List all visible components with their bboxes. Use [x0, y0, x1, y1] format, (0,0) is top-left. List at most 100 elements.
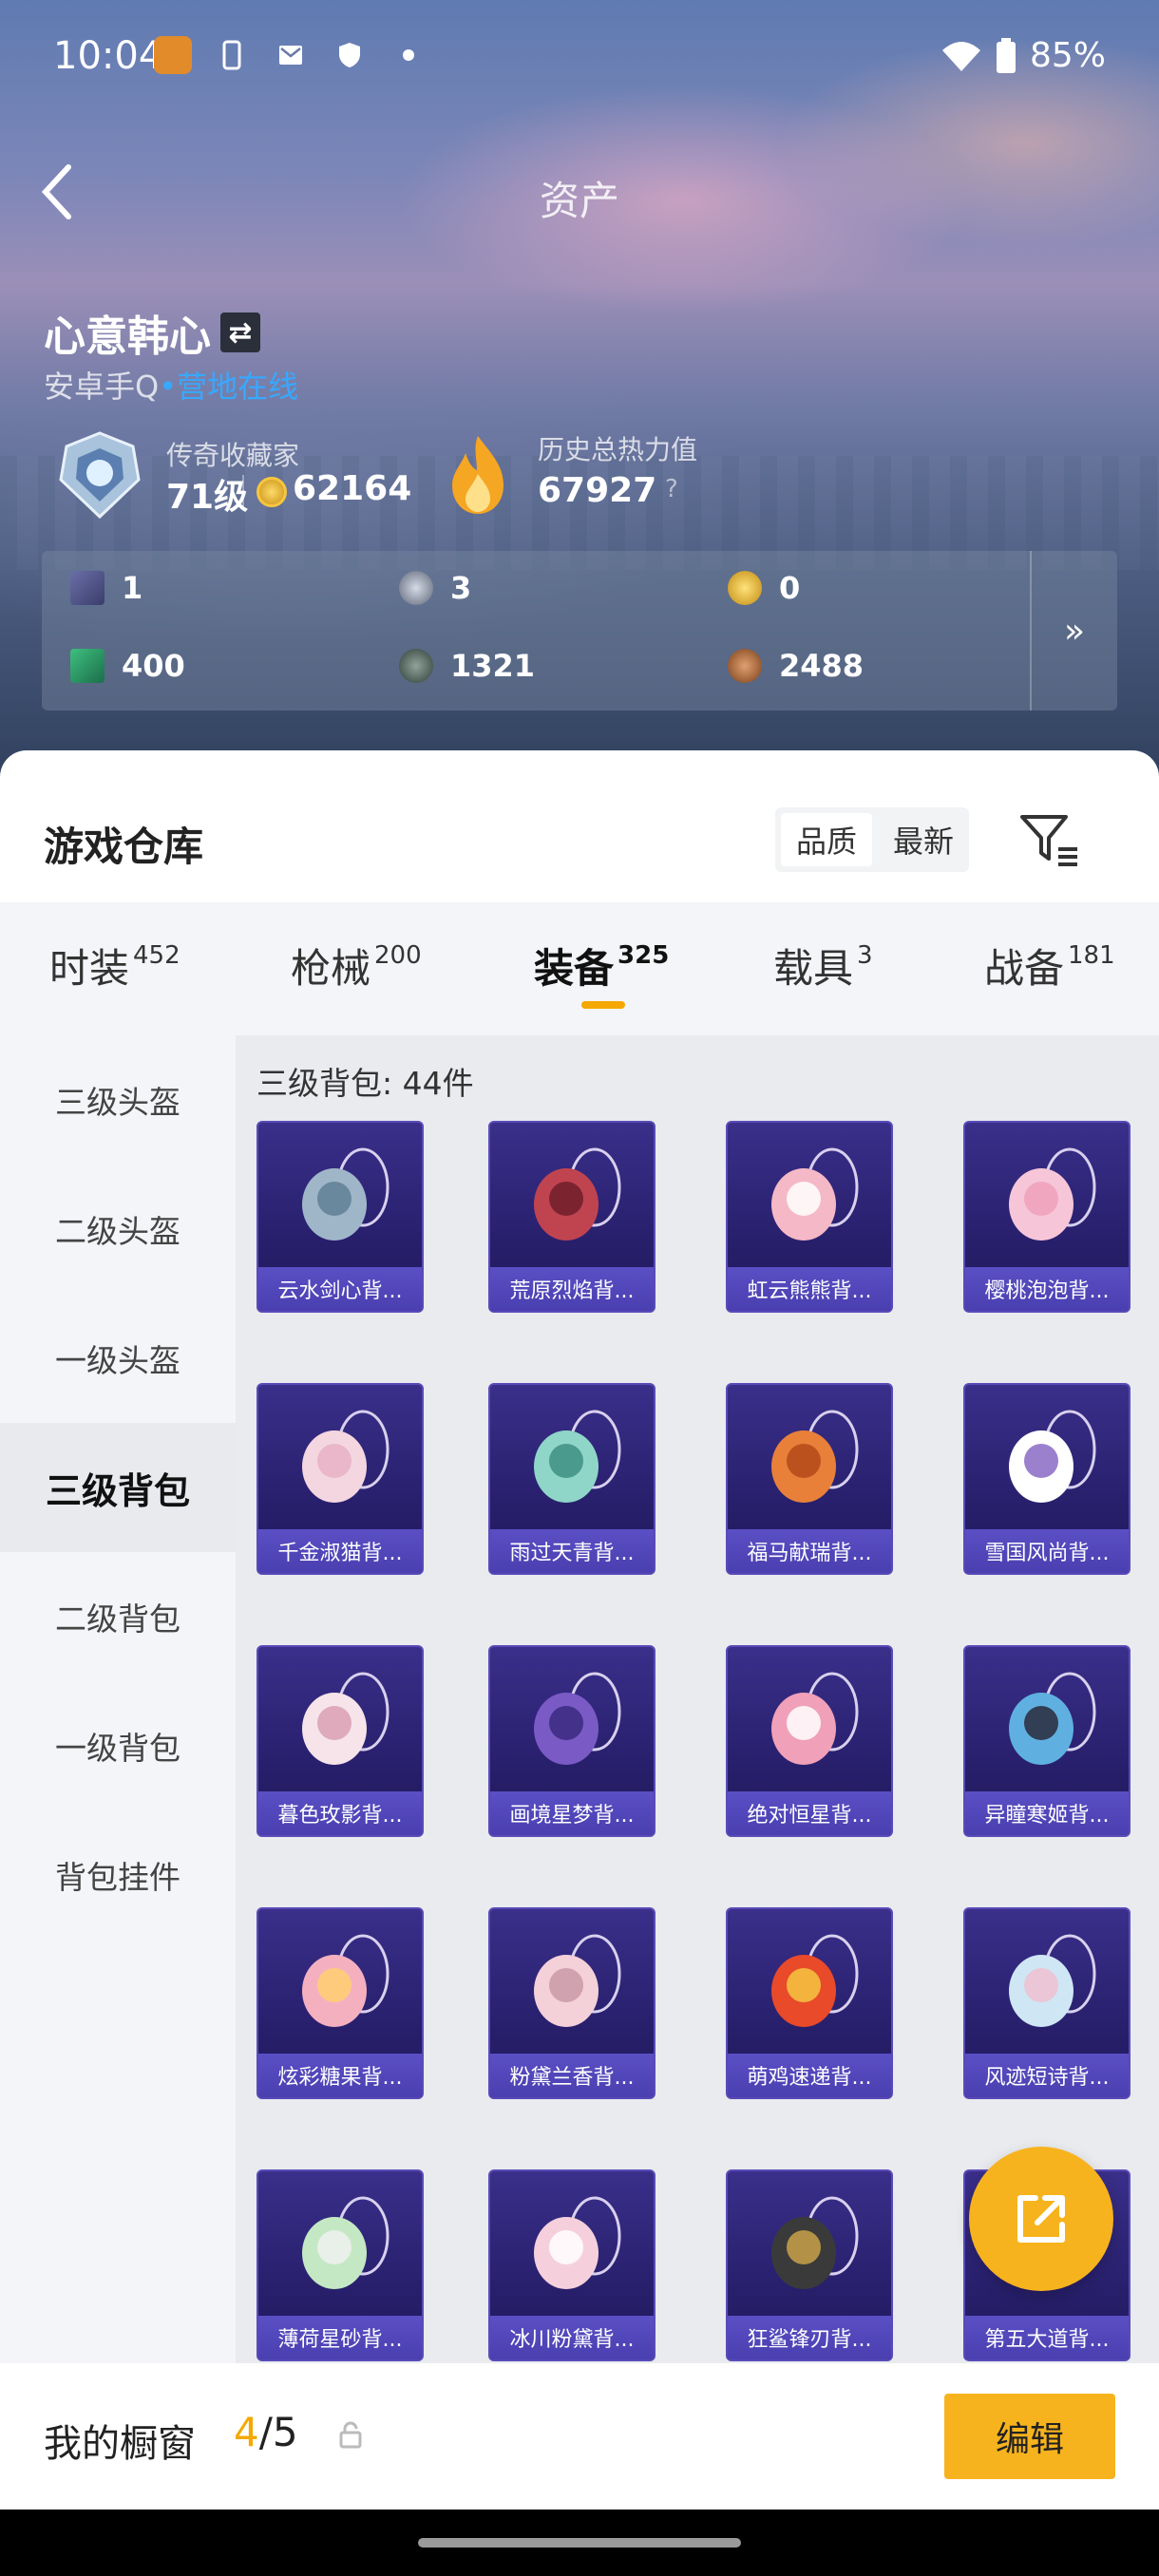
backpack-art-icon: [534, 1410, 621, 1503]
tab-weapons[interactable]: 枪械 200: [291, 937, 422, 994]
item-label: 炫彩糖果背...: [258, 2054, 422, 2097]
currency-value: 0: [779, 570, 801, 606]
backpack-item[interactable]: 炫彩糖果背...: [256, 1907, 424, 2099]
phone-link-icon: [213, 36, 251, 74]
backpack-item[interactable]: 冰川粉黛背...: [488, 2169, 656, 2361]
backpack-art-icon: [771, 2196, 859, 2289]
item-label: 薄荷星砂背...: [258, 2316, 422, 2359]
dot-icon: [390, 36, 428, 74]
item-label: 雪国风尚背...: [965, 1529, 1129, 1573]
backpack-item[interactable]: 暮色玫影背...: [256, 1645, 424, 1837]
backpack-item[interactable]: 绝对恒星背...: [726, 1645, 893, 1837]
backpack-art-icon: [534, 1672, 621, 1765]
item-label: 萌鸡速递背...: [728, 2054, 891, 2097]
username-row: 心意韩心 ⇄: [44, 302, 260, 363]
backpack-art-icon: [534, 2196, 621, 2289]
currency-item: 0: [728, 570, 800, 606]
battery-icon: [996, 37, 1016, 73]
showcase-label: 我的橱窗: [44, 2422, 196, 2466]
tab-equipment[interactable]: 装备 325: [534, 937, 669, 994]
backpack-item[interactable]: 薄荷星砂背...: [256, 2169, 424, 2361]
currency-item: 1321: [399, 648, 535, 684]
switch-account-icon[interactable]: ⇄: [220, 313, 260, 352]
battery-level: 85%: [1029, 36, 1106, 75]
item-label: 风迹短诗背...: [965, 2054, 1129, 2097]
item-label: 千金淑猫背...: [258, 1529, 422, 1573]
sort-quality-button[interactable]: 品质: [781, 813, 872, 866]
backpack-item[interactable]: 福马献瑞背...: [726, 1383, 893, 1575]
showcase-count: 4/5: [234, 2409, 298, 2455]
backpack-item[interactable]: 狂鲨锋刃背...: [726, 2169, 893, 2361]
heat-help-icon[interactable]: ?: [665, 475, 678, 503]
rank-points: 62164: [293, 469, 412, 508]
platform-label: 安卓手Q: [44, 369, 160, 405]
tab-battle-gear[interactable]: 战备 181: [984, 937, 1115, 994]
sidebar-item-backpack-1[interactable]: 一级背包: [0, 1681, 236, 1810]
backpack-art-icon: [1009, 1410, 1096, 1503]
currency-item: 1: [70, 570, 142, 606]
lock-icon: [339, 2421, 362, 2449]
backpack-art-icon: [771, 1147, 859, 1241]
card-icon: [70, 571, 104, 605]
backpack-item[interactable]: 荒原烈焰背...: [488, 1121, 656, 1313]
backpack-art-icon: [302, 1934, 390, 2027]
backpack-item[interactable]: 粉黛兰香背...: [488, 1907, 656, 2099]
item-label: 荒原烈焰背...: [490, 1267, 654, 1311]
backpack-art-icon: [534, 1147, 621, 1241]
backpack-item[interactable]: 异瞳寒姬背...: [963, 1645, 1130, 1837]
tab-vehicles[interactable]: 载具 3: [773, 937, 873, 994]
item-label: 粉黛兰香背...: [490, 2054, 654, 2097]
currency-more-button[interactable]: »: [1030, 551, 1117, 710]
category-tabs: 时装 452 枪械 200 装备 325 载具 3 战备 181: [0, 902, 1159, 1035]
backpack-item[interactable]: 千金淑猫背...: [256, 1383, 424, 1575]
collector-coin-icon: [256, 477, 287, 507]
sidebar-item-backpack-charm[interactable]: 背包挂件: [0, 1810, 236, 1940]
backpack-item[interactable]: 云水剑心背...: [256, 1121, 424, 1313]
rank-badge-icon: [59, 431, 141, 520]
backpack-item[interactable]: 画境星梦背...: [488, 1645, 656, 1837]
home-indicator[interactable]: [418, 2538, 741, 2548]
backpack-art-icon: [302, 1410, 390, 1503]
mail-icon: [272, 36, 310, 74]
sidebar-item-helmet-1[interactable]: 一级头盔: [0, 1294, 236, 1423]
heat-label: 历史总热力值: [538, 434, 698, 465]
currency-item: 400: [70, 648, 185, 684]
backpack-item[interactable]: 虹云熊熊背...: [726, 1121, 893, 1313]
rank-label: 传奇收藏家: [166, 440, 300, 471]
divider: [242, 475, 244, 509]
item-label: 异瞳寒姬背...: [965, 1791, 1129, 1835]
backpack-item[interactable]: 风迹短诗背...: [963, 1907, 1130, 2099]
share-button[interactable]: [969, 2147, 1113, 2291]
sidebar-item-backpack-2[interactable]: 二级背包: [0, 1552, 236, 1681]
showcase-bar: 我的橱窗 4/5 编辑: [0, 2363, 1159, 2510]
backpack-art-icon: [1009, 1147, 1096, 1241]
shield-icon: [331, 36, 369, 74]
online-dot: •: [159, 369, 178, 405]
gold-coin-icon: [728, 571, 762, 605]
bronze-coin-icon: [728, 649, 762, 683]
item-label: 狂鲨锋刃背...: [728, 2316, 891, 2359]
backpack-art-icon: [1009, 1672, 1096, 1765]
item-label: 虹云熊熊背...: [728, 1267, 891, 1311]
tab-fashion[interactable]: 时装 452: [49, 937, 180, 994]
double-chevron-right-icon: »: [1063, 611, 1086, 651]
game-notification-icon: [154, 36, 192, 74]
sidebar-item-helmet-2[interactable]: 二级头盔: [0, 1165, 236, 1294]
backpack-art-icon: [771, 1672, 859, 1765]
item-label: 樱桃泡泡背...: [965, 1267, 1129, 1311]
sidebar-item-helmet-3[interactable]: 三级头盔: [0, 1035, 236, 1165]
subcategory-sidebar: 三级头盔 二级头盔 一级头盔 三级背包 二级背包 一级背包 背包挂件: [0, 1035, 236, 2510]
backpack-item[interactable]: 樱桃泡泡背...: [963, 1121, 1130, 1313]
backpack-item[interactable]: 雪国风尚背...: [963, 1383, 1130, 1575]
sidebar-item-backpack-3[interactable]: 三级背包: [0, 1423, 236, 1552]
backpack-item[interactable]: 萌鸡速递背...: [726, 1907, 893, 2099]
currency-panel: 1 3 0 400 1321 2488 »: [42, 551, 1117, 710]
edit-button[interactable]: 编辑: [944, 2394, 1115, 2479]
sort-newest-button[interactable]: 最新: [878, 807, 969, 872]
filter-icon[interactable]: [1016, 809, 1083, 870]
item-label: 福马献瑞背...: [728, 1529, 891, 1573]
item-label: 云水剑心背...: [258, 1267, 422, 1311]
currency-value: 3: [450, 570, 472, 606]
tab-active-indicator: [581, 1001, 625, 1009]
backpack-item[interactable]: 雨过天青背...: [488, 1383, 656, 1575]
